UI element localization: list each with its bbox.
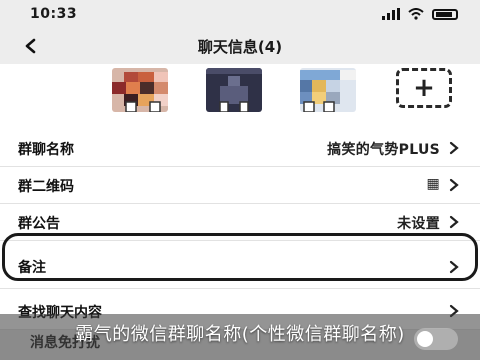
settings-list: 群聊名称 搞笑的气势PLUS 群二维码 ▦ 群公告 未设置 备注 查找聊天内容 — [0, 130, 480, 330]
member-avatar[interactable] — [300, 68, 356, 112]
signal-icon — [382, 8, 400, 20]
group-qrcode-row[interactable]: 群二维码 ▦ — [0, 167, 480, 204]
chevron-right-icon — [449, 260, 459, 274]
chevron-right-icon — [449, 215, 459, 229]
status-icons — [382, 8, 458, 20]
member-avatar[interactable] — [112, 68, 168, 112]
nav-bar: 聊天信息(4) — [0, 28, 480, 64]
group-notice-row[interactable]: 群公告 未设置 — [0, 204, 480, 241]
plus-icon: + — [413, 73, 435, 103]
mute-toggle[interactable] — [414, 328, 458, 350]
caption-text: 霸气的微信群聊名称(个性微信群聊名称) — [75, 324, 405, 345]
battery-icon — [432, 8, 458, 20]
status-time: 10:33 — [30, 6, 78, 22]
remark-row[interactable]: 备注 — [0, 245, 480, 289]
chevron-right-icon — [449, 141, 459, 155]
group-name-row[interactable]: 群聊名称 搞笑的气势PLUS — [0, 130, 480, 167]
row-label: 群聊名称 — [18, 142, 74, 158]
row-label: 群二维码 — [18, 179, 74, 195]
chevron-right-icon — [449, 178, 459, 192]
row-value: 搞笑的气势PLUS — [327, 142, 440, 158]
wifi-icon — [408, 8, 424, 20]
add-member-button[interactable]: + — [396, 68, 452, 108]
qrcode-icon: ▦ — [426, 176, 440, 192]
status-bar: 10:33 — [0, 0, 480, 28]
row-label: 备注 — [18, 260, 46, 276]
page-title: 聊天信息(4) — [197, 38, 283, 56]
member-avatar[interactable] — [206, 68, 262, 112]
row-value: 未设置 — [397, 216, 440, 232]
row-label: 群公告 — [18, 216, 60, 232]
